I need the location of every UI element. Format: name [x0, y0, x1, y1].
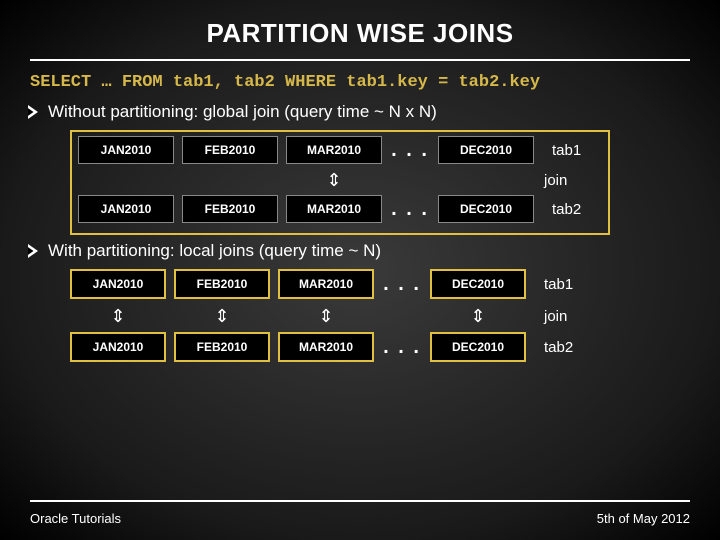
bullet-arrow-icon — [28, 105, 38, 119]
join-label: join — [544, 172, 567, 189]
footer-rule — [30, 500, 690, 502]
row-label-tab2: tab2 — [552, 201, 602, 218]
global-row-tab1: JAN2010 FEB2010 MAR2010 . . . DEC2010 ta… — [78, 136, 602, 164]
partition-cell: MAR2010 — [286, 136, 382, 164]
title-rule — [30, 59, 690, 61]
join-arrow-icon: ⇕ — [278, 306, 374, 327]
partition-cell: FEB2010 — [174, 269, 270, 299]
bullet-with-text: With partitioning: local joins (query ti… — [48, 241, 381, 261]
footer-left: Oracle Tutorials — [30, 511, 121, 526]
partition-cell: JAN2010 — [70, 269, 166, 299]
partition-cell: DEC2010 — [430, 269, 526, 299]
footer: Oracle Tutorials 5th of May 2012 — [30, 511, 690, 526]
ellipsis: . . . — [390, 198, 430, 221]
bullet-without: Without partitioning: global join (query… — [28, 102, 692, 122]
partition-cell: MAR2010 — [286, 195, 382, 223]
ellipsis: . . . — [382, 273, 422, 296]
row-label-tab1: tab1 — [544, 276, 594, 293]
footer-right: 5th of May 2012 — [597, 511, 690, 526]
partition-cell: DEC2010 — [430, 332, 526, 362]
partition-cell: JAN2010 — [78, 136, 174, 164]
diagram-global-join: JAN2010 FEB2010 MAR2010 . . . DEC2010 ta… — [70, 130, 690, 235]
join-label: join — [544, 308, 594, 325]
local-row-tab2: JAN2010 FEB2010 MAR2010 . . . DEC2010 ta… — [70, 332, 690, 362]
partition-cell: FEB2010 — [182, 136, 278, 164]
partition-cell: FEB2010 — [174, 332, 270, 362]
partition-cell: MAR2010 — [278, 332, 374, 362]
global-outline: JAN2010 FEB2010 MAR2010 . . . DEC2010 ta… — [70, 130, 610, 235]
local-row-tab1: JAN2010 FEB2010 MAR2010 . . . DEC2010 ta… — [70, 269, 690, 299]
join-arrow-icon: ⇕ — [286, 170, 382, 191]
bullet-with: With partitioning: local joins (query ti… — [28, 241, 692, 261]
sql-query: SELECT … FROM tab1, tab2 WHERE tab1.key … — [30, 73, 690, 92]
bullet-without-text: Without partitioning: global join (query… — [48, 102, 437, 122]
join-arrow-icon: ⇕ — [430, 306, 526, 327]
partition-cell: DEC2010 — [438, 136, 534, 164]
join-arrow-icon: ⇕ — [70, 306, 166, 327]
partition-cell: MAR2010 — [278, 269, 374, 299]
partition-cell: FEB2010 — [182, 195, 278, 223]
diagram-local-join: JAN2010 FEB2010 MAR2010 . . . DEC2010 ta… — [70, 269, 690, 362]
partition-cell: JAN2010 — [70, 332, 166, 362]
local-join-arrow-row: ⇕ ⇕ ⇕ ⇕ join — [70, 305, 690, 328]
partition-cell: DEC2010 — [438, 195, 534, 223]
ellipsis: . . . — [382, 336, 422, 359]
partition-cell: JAN2010 — [78, 195, 174, 223]
global-join-arrow-row: ⇕ join — [78, 170, 602, 191]
slide-title: PARTITION WISE JOINS — [0, 0, 720, 49]
ellipsis-blank — [382, 305, 422, 328]
ellipsis: . . . — [390, 139, 430, 162]
global-row-tab2: JAN2010 FEB2010 MAR2010 . . . DEC2010 ta… — [78, 195, 602, 223]
join-arrow-icon: ⇕ — [174, 306, 270, 327]
bullet-arrow-icon — [28, 244, 38, 258]
row-label-tab2: tab2 — [544, 339, 594, 356]
row-label-tab1: tab1 — [552, 142, 602, 159]
